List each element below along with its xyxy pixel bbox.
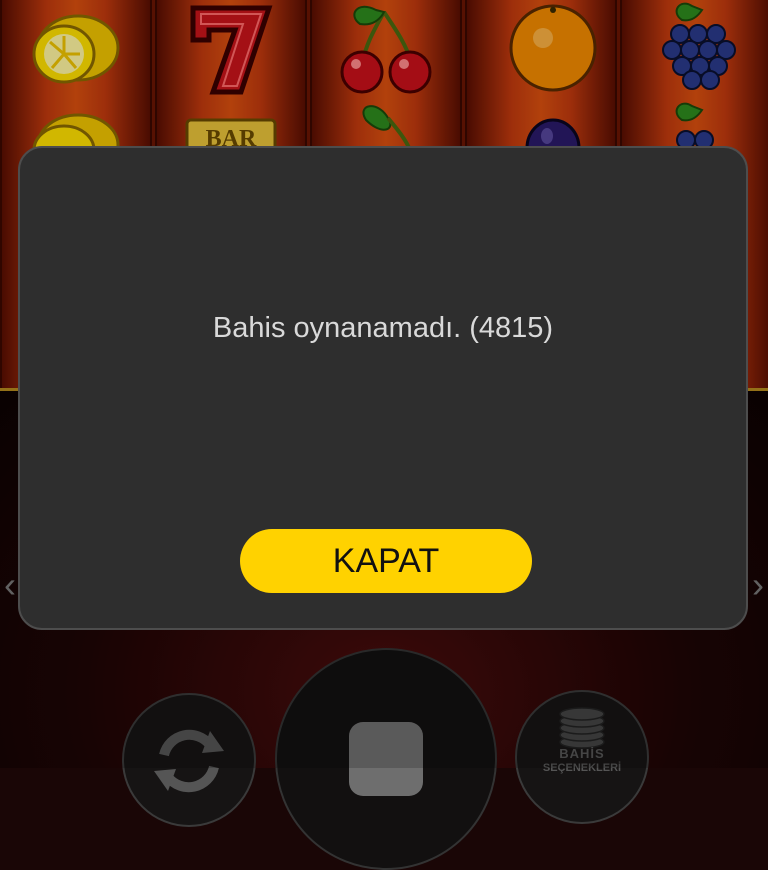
close-button[interactable]: KAPAT	[240, 529, 532, 593]
error-message: Bahis oynanamadı. (4815)	[212, 312, 554, 344]
error-dialog: Bahis oynanamadı. (4815) KAPAT	[18, 146, 748, 630]
